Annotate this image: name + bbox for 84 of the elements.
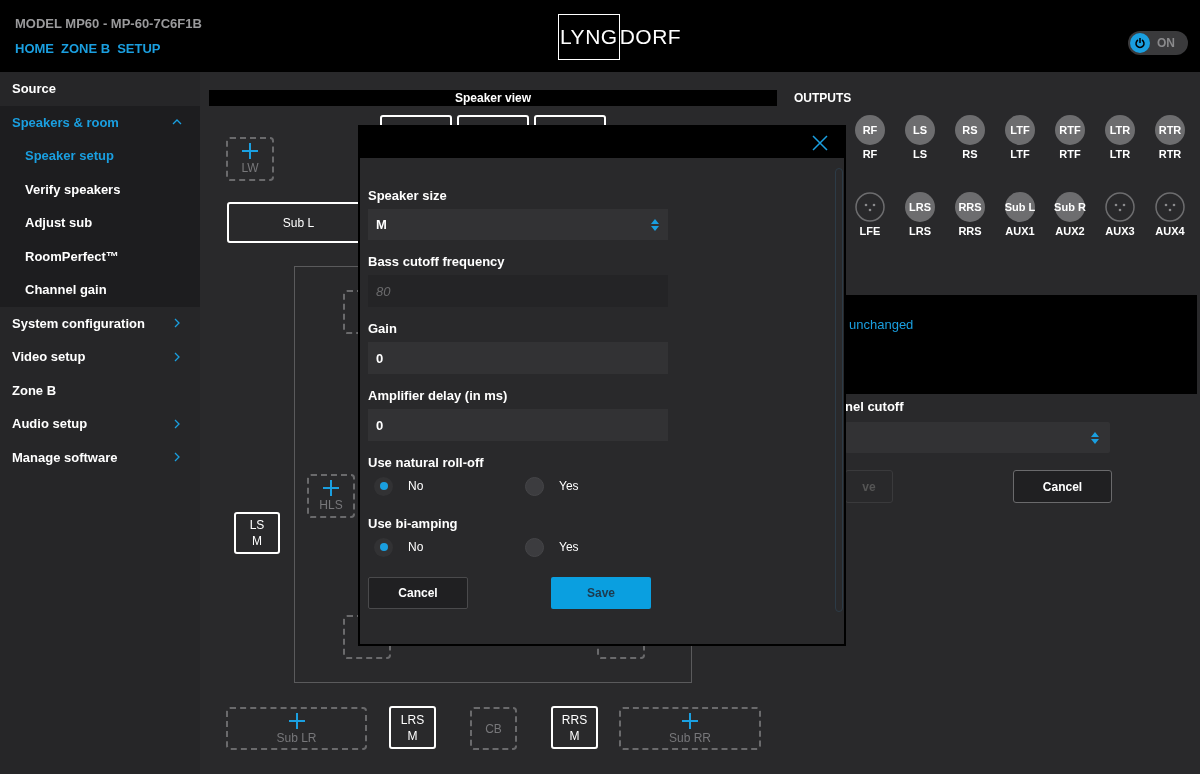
radio-button[interactable] bbox=[525, 476, 544, 496]
output-label: RTR bbox=[1158, 148, 1182, 161]
output-label: RS bbox=[962, 148, 978, 161]
chevron-right-icon bbox=[172, 351, 182, 362]
button[interactable]: Cancel bbox=[1013, 470, 1112, 503]
output-label: RRS bbox=[958, 225, 982, 238]
speaker-node[interactable]: LRS M bbox=[389, 706, 436, 749]
section-title: OUTPUTS bbox=[794, 90, 853, 106]
sidebar-item[interactable]: Manage software bbox=[0, 440, 200, 474]
nav-link[interactable]: ZONE B bbox=[61, 39, 111, 59]
select-field[interactable] bbox=[845, 422, 1110, 453]
plus-icon bbox=[322, 479, 340, 497]
sidebar-item[interactable]: System configuration bbox=[0, 306, 200, 340]
output-badge[interactable]: LS bbox=[905, 115, 935, 145]
output-badge[interactable]: LTF bbox=[1005, 115, 1035, 145]
sidebar-subitem[interactable]: Channel gain bbox=[0, 273, 200, 307]
plus-icon bbox=[681, 711, 699, 730]
field-label: Amplifier delay (in ms) bbox=[368, 388, 509, 404]
chevron-right-icon bbox=[172, 452, 182, 463]
nav-link[interactable]: HOME bbox=[15, 39, 54, 59]
speaker-node[interactable]: RRS M bbox=[551, 706, 598, 749]
close-icon[interactable] bbox=[812, 134, 828, 151]
save-button[interactable]: Save bbox=[551, 577, 651, 609]
output-label: AUX1 bbox=[1005, 225, 1035, 238]
field-label: Gain bbox=[368, 321, 398, 337]
sidebar-item[interactable]: Speakers & room bbox=[0, 105, 200, 139]
output-label: LTF bbox=[1010, 148, 1030, 161]
field-label: Speaker size bbox=[368, 188, 448, 204]
up-down-arrows-icon bbox=[1090, 430, 1100, 445]
xlr-connector-icon[interactable] bbox=[1155, 192, 1185, 222]
output-label: AUX4 bbox=[1155, 225, 1185, 238]
output-label: LTR bbox=[1109, 148, 1131, 161]
radio-label: No bbox=[408, 539, 424, 556]
plus-icon bbox=[287, 711, 306, 730]
logo: LYNG DORF bbox=[558, 14, 682, 60]
output-badge[interactable]: LTR bbox=[1105, 115, 1135, 145]
up-down-arrows-icon bbox=[650, 217, 660, 232]
output-label: RF bbox=[862, 148, 878, 161]
nav-link[interactable]: SETUP bbox=[117, 39, 161, 59]
output-label: LS bbox=[912, 148, 928, 161]
sidebar-subitem[interactable]: RoomPerfect™ bbox=[0, 239, 200, 273]
output-badge[interactable]: RF bbox=[855, 115, 885, 145]
status-message: unchanged bbox=[849, 317, 914, 332]
cancel-button[interactable]: Cancel bbox=[368, 577, 468, 609]
sidebar-item[interactable]: Audio setup bbox=[0, 407, 200, 441]
radio-button[interactable] bbox=[525, 537, 544, 557]
radio-button[interactable] bbox=[374, 476, 393, 496]
output-badge[interactable]: Sub R bbox=[1055, 192, 1085, 222]
radio-button[interactable] bbox=[374, 537, 393, 557]
chevron-right-icon bbox=[172, 418, 182, 429]
sidebar-subitem[interactable]: Speaker setup bbox=[0, 139, 200, 173]
output-badge[interactable]: RS bbox=[955, 115, 985, 145]
output-badge[interactable]: Sub L bbox=[1005, 192, 1035, 222]
field-label: Bass cutoff frequency bbox=[368, 254, 506, 270]
select-field[interactable]: M bbox=[368, 209, 668, 240]
field-label: Use natural roll-off bbox=[368, 455, 485, 471]
sidebar-item[interactable]: Source bbox=[0, 72, 200, 106]
output-label: LFE bbox=[859, 225, 881, 238]
radio-label: Yes bbox=[559, 478, 579, 495]
sidebar-item[interactable]: Zone B bbox=[0, 373, 200, 407]
output-label: AUX3 bbox=[1105, 225, 1135, 238]
speaker-node[interactable]: LS M bbox=[234, 512, 280, 554]
plus-icon bbox=[241, 142, 259, 160]
field-label: nel cutoff bbox=[845, 399, 905, 415]
output-label: LRS bbox=[909, 225, 931, 238]
section-title: Speaker view bbox=[209, 90, 777, 106]
xlr-connector-icon[interactable] bbox=[1105, 192, 1135, 222]
output-badge[interactable]: LRS bbox=[905, 192, 935, 222]
xlr-connector-icon[interactable] bbox=[855, 192, 885, 222]
input-field[interactable]: 0 bbox=[368, 342, 668, 374]
field-label: Use bi-amping bbox=[368, 516, 459, 532]
output-badge[interactable]: RTR bbox=[1155, 115, 1185, 145]
chevron-right-icon bbox=[172, 318, 182, 329]
output-badge[interactable]: RRS bbox=[955, 192, 985, 222]
sidebar-item[interactable]: Video setup bbox=[0, 340, 200, 374]
radio-label: No bbox=[408, 478, 424, 495]
sidebar-subitem[interactable]: Adjust sub bbox=[0, 206, 200, 240]
sidebar-subitem[interactable]: Verify speakers bbox=[0, 172, 200, 206]
input-field[interactable]: 0 bbox=[368, 409, 668, 441]
output-label: RTF bbox=[1059, 148, 1081, 161]
output-label: AUX2 bbox=[1055, 225, 1085, 238]
output-badge[interactable]: RTF bbox=[1055, 115, 1085, 145]
radio-label: Yes bbox=[559, 539, 579, 556]
model-title: MODEL MP60 - MP-60-7C6F1B bbox=[15, 14, 202, 33]
